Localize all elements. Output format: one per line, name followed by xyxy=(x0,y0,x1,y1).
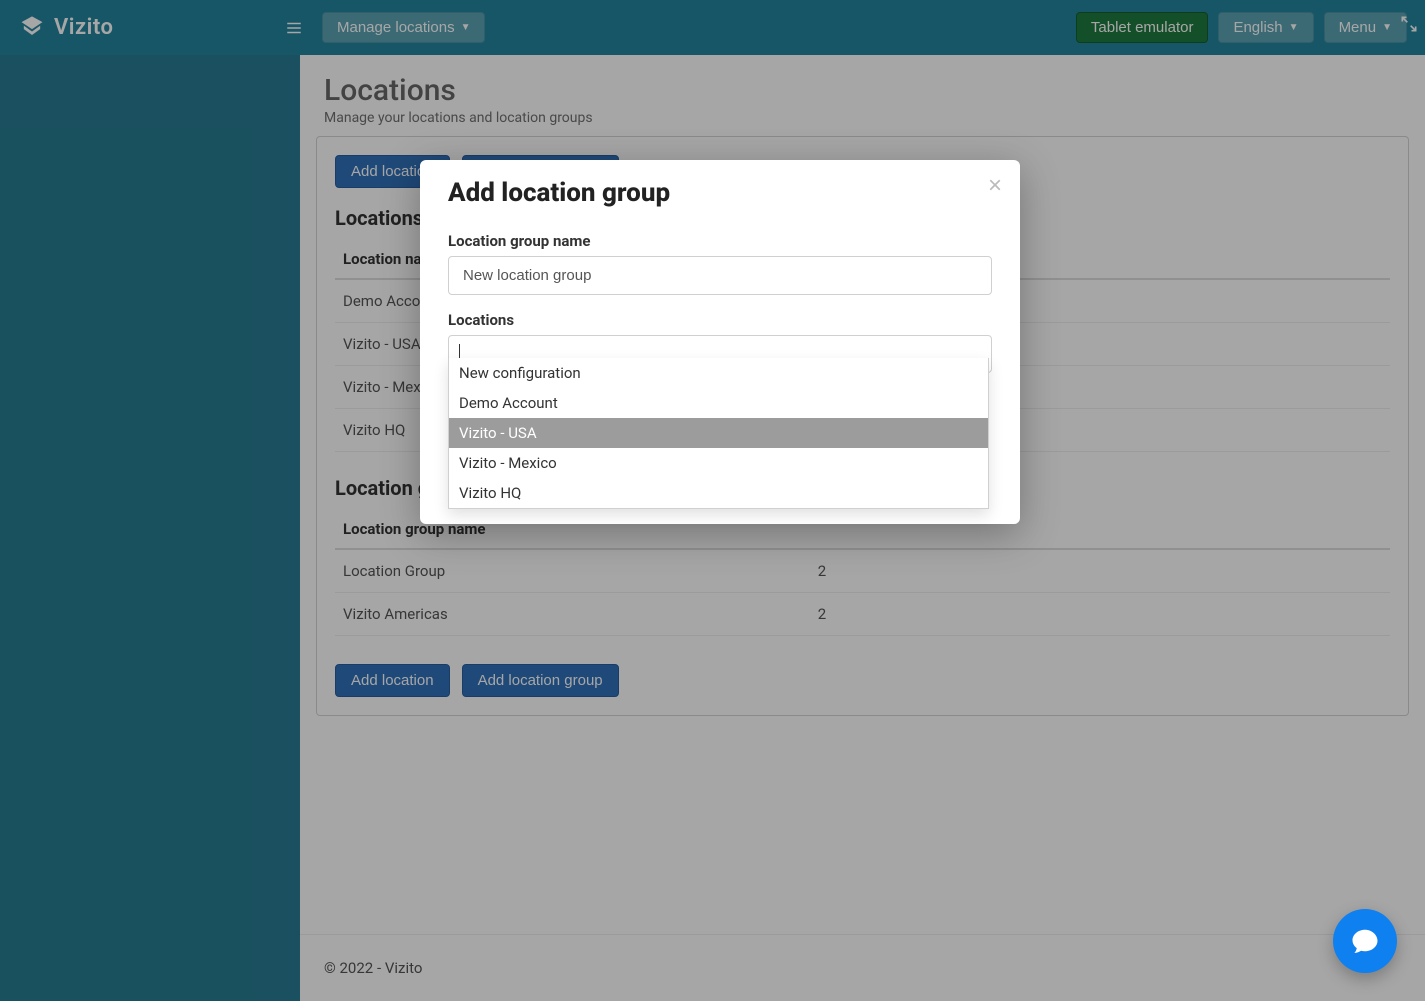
close-button[interactable]: × xyxy=(988,174,1002,198)
locations-field-label: Locations xyxy=(448,311,992,329)
dropdown-option[interactable]: Vizito - Mexico xyxy=(449,448,988,478)
dropdown-option[interactable]: Vizito - USA xyxy=(449,418,988,448)
group-name-label: Location group name xyxy=(448,232,992,250)
add-location-group-modal: Add location group × Location group name… xyxy=(420,160,1020,524)
dropdown-option[interactable]: Vizito HQ xyxy=(449,478,988,508)
group-name-input[interactable] xyxy=(448,256,992,295)
dropdown-option[interactable]: Demo Account xyxy=(449,388,988,418)
modal-title: Add location group xyxy=(448,178,992,208)
locations-dropdown: New configuration Demo Account Vizito - … xyxy=(448,358,989,509)
chat-icon xyxy=(1350,926,1380,956)
close-icon: × xyxy=(988,172,1002,199)
chat-button[interactable] xyxy=(1333,909,1397,973)
dropdown-option[interactable]: New configuration xyxy=(449,358,988,388)
